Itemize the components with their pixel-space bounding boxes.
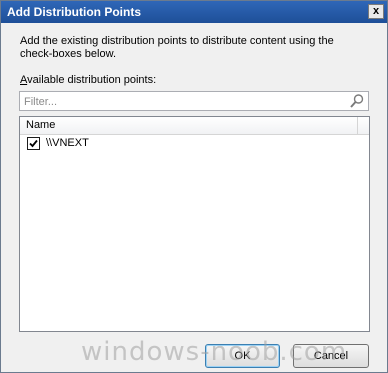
- description-text: Add the existing distribution points to …: [20, 35, 334, 60]
- dialog-title: Add Distribution Points: [7, 5, 141, 19]
- filter-box: [19, 91, 369, 111]
- list-item-label: \\VNEXT: [46, 137, 89, 149]
- list-item[interactable]: \\VNEXT: [20, 136, 369, 152]
- ok-button[interactable]: OK: [205, 344, 280, 368]
- cancel-button[interactable]: Cancel: [293, 344, 369, 368]
- available-distribution-points-label: Available distribution points:: [20, 74, 156, 86]
- title-bar[interactable]: Add Distribution Points x: [1, 1, 387, 23]
- search-icon[interactable]: [349, 93, 365, 109]
- checkbox[interactable]: [27, 137, 40, 150]
- add-distribution-points-dialog: Add Distribution Points x Add the existi…: [0, 0, 388, 373]
- list-header: Name: [20, 117, 369, 135]
- available-label-text: vailable distribution points:: [27, 74, 157, 86]
- checkmark-icon: [29, 139, 38, 148]
- filter-input[interactable]: [22, 93, 346, 111]
- column-header-name[interactable]: Name: [20, 117, 358, 134]
- close-button[interactable]: x: [368, 4, 384, 19]
- distribution-points-list[interactable]: Name \\VNEXT: [19, 116, 370, 332]
